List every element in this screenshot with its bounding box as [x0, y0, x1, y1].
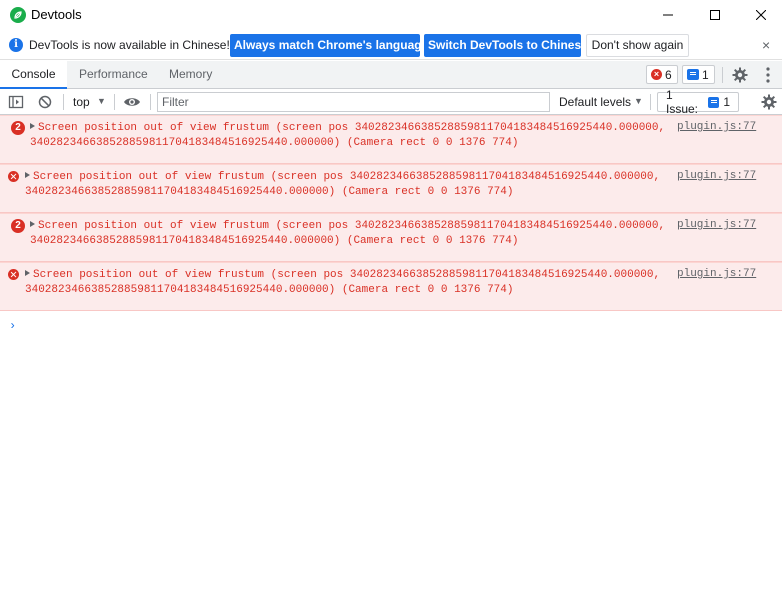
error-count-badge[interactable]: × 6 — [646, 65, 678, 84]
clear-console-button[interactable] — [37, 94, 53, 113]
live-expression-button[interactable] — [123, 94, 141, 113]
expand-triangle-icon[interactable] — [30, 123, 35, 129]
settings-button[interactable] — [732, 67, 748, 86]
message-text[interactable]: Screen position out of view frustum (scr… — [30, 219, 670, 248]
info-icon: i — [9, 38, 23, 52]
match-chrome-language-button[interactable]: Always match Chrome's language — [230, 34, 428, 57]
console-error-message[interactable]: 2 Screen position out of view frustum (s… — [0, 213, 782, 262]
minimize-button[interactable] — [645, 0, 691, 30]
context-chevron-down-icon[interactable]: ▼ — [97, 96, 106, 106]
console-settings-button[interactable] — [761, 94, 777, 113]
message-line-1: Screen position out of view frustum (scr… — [33, 269, 661, 281]
issue-icon — [708, 96, 720, 108]
devtools-leaf-icon — [10, 7, 26, 23]
repeat-count-badge: 2 — [11, 219, 25, 233]
block-icon — [38, 95, 52, 109]
error-icon — [8, 269, 19, 280]
title-bar: Devtools — [0, 0, 782, 30]
message-line-1: Screen position out of view frustum (scr… — [38, 122, 666, 134]
source-link[interactable]: plugin.js:77 — [677, 170, 756, 182]
tab-console[interactable]: Console — [0, 61, 67, 89]
levels-chevron-down-icon[interactable]: ▼ — [634, 96, 643, 106]
console-messages: 2 Screen position out of view frustum (s… — [0, 115, 782, 311]
message-line-1: Screen position out of view frustum (scr… — [38, 220, 666, 232]
issues-count: 1 — [723, 95, 730, 109]
gear-icon — [761, 94, 777, 110]
filter-input[interactable] — [157, 92, 550, 112]
repeat-count-badge: 2 — [11, 121, 25, 135]
issue-count: 1 — [702, 67, 709, 82]
message-line-2: 340282346638528859811704183484516925440.… — [30, 136, 519, 149]
issues-button[interactable]: 1 Issue: 1 — [657, 88, 739, 116]
expand-triangle-icon[interactable] — [30, 221, 35, 227]
sidebar-toggle-button[interactable] — [8, 94, 24, 113]
context-selector[interactable]: top — [73, 95, 90, 109]
close-window-button[interactable] — [738, 0, 782, 30]
close-icon — [756, 10, 766, 20]
message-line-2: 340282346638528859811704183484516925440.… — [25, 283, 514, 296]
infobar-message: DevTools is now available in Chinese! — [29, 38, 230, 52]
error-icon: × — [651, 69, 662, 80]
dont-show-again-button[interactable]: Don't show again — [586, 34, 689, 57]
more-options-button[interactable] — [762, 66, 774, 87]
issue-icon — [687, 69, 699, 80]
message-line-2: 340282346638528859811704183484516925440.… — [25, 185, 514, 198]
source-link[interactable]: plugin.js:77 — [677, 121, 756, 133]
eye-icon — [124, 98, 140, 106]
console-error-message[interactable]: 2 Screen position out of view frustum (s… — [0, 115, 782, 164]
panel-tabs: Console Performance Memory × 6 1 — [0, 61, 782, 89]
switch-to-chinese-button[interactable]: Switch DevTools to Chinese — [424, 34, 588, 57]
window-title: Devtools — [31, 7, 82, 22]
console-toolbar: top ▼ Default levels ▼ 1 Issue: 1 — [0, 88, 782, 116]
console-prompt-chevron-icon[interactable]: › — [9, 319, 16, 333]
expand-triangle-icon[interactable] — [25, 270, 30, 276]
source-link[interactable]: plugin.js:77 — [677, 268, 756, 280]
issues-label: 1 Issue: — [666, 88, 699, 116]
gear-icon — [732, 67, 748, 83]
issue-count-badge[interactable]: 1 — [682, 65, 715, 84]
toolbar-divider — [63, 94, 64, 110]
error-count: 6 — [665, 67, 672, 82]
toolbar-divider — [114, 94, 115, 110]
tabs-divider — [722, 67, 723, 83]
more-vertical-icon — [766, 67, 770, 83]
infobar-close-icon[interactable]: × — [762, 37, 770, 53]
tab-performance[interactable]: Performance — [79, 61, 148, 88]
message-line-2: 340282346638528859811704183484516925440.… — [30, 234, 519, 247]
console-error-message[interactable]: Screen position out of view frustum (scr… — [0, 164, 782, 213]
maximize-button[interactable] — [692, 0, 738, 30]
error-icon — [8, 171, 19, 182]
console-error-message[interactable]: Screen position out of view frustum (scr… — [0, 262, 782, 311]
source-link[interactable]: plugin.js:77 — [677, 219, 756, 231]
message-text[interactable]: Screen position out of view frustum (scr… — [25, 170, 665, 199]
message-line-1: Screen position out of view frustum (scr… — [33, 171, 661, 183]
sidebar-toggle-icon — [8, 95, 24, 109]
message-text[interactable]: Screen position out of view frustum (scr… — [30, 121, 670, 150]
log-levels-dropdown[interactable]: Default levels — [559, 95, 631, 109]
language-infobar: i DevTools is now available in Chinese! … — [0, 30, 782, 60]
toolbar-divider — [650, 94, 651, 110]
minimize-icon — [663, 14, 673, 16]
toolbar-divider — [150, 94, 151, 110]
tab-memory[interactable]: Memory — [169, 61, 212, 88]
maximize-icon — [710, 10, 720, 20]
message-text[interactable]: Screen position out of view frustum (scr… — [25, 268, 665, 297]
expand-triangle-icon[interactable] — [25, 172, 30, 178]
